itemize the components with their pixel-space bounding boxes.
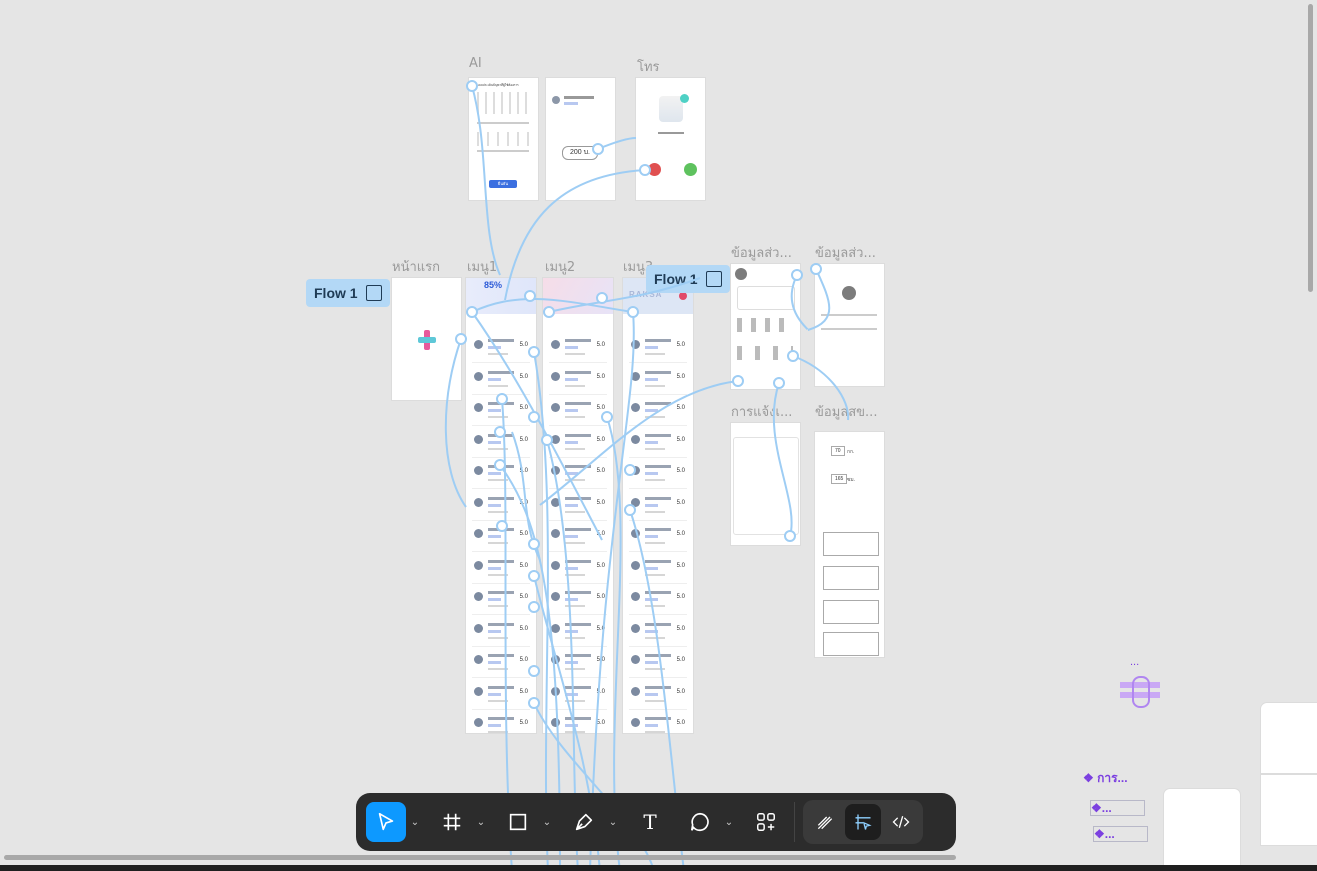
text-tool-button[interactable]: T <box>630 802 670 842</box>
bottom-toolbar: ⌄ ⌄ ⌄ ⌄ T ⌄ <box>356 793 956 851</box>
chevron-down-icon[interactable]: ⌄ <box>720 817 738 828</box>
horizontal-scrollbar[interactable] <box>4 855 956 860</box>
component-instance-2[interactable]: ❖... <box>1093 826 1148 842</box>
design-mode-icon <box>855 814 872 830</box>
actions-tool-button[interactable] <box>746 802 786 842</box>
connection-line <box>471 85 501 276</box>
prototype-connections <box>444 80 850 871</box>
frame-partial[interactable] <box>1261 703 1317 773</box>
rectangle-tool-button[interactable] <box>498 802 538 842</box>
code-icon <box>892 815 910 829</box>
actions-icon <box>757 813 775 831</box>
frame-partial[interactable] <box>1164 789 1240 871</box>
chevron-down-icon[interactable]: ⌄ <box>472 817 490 828</box>
pen-tool-button[interactable] <box>564 802 604 842</box>
connection-line <box>772 382 793 537</box>
vertical-scrollbar[interactable] <box>1308 4 1313 292</box>
window-bottom-edge <box>0 865 1317 871</box>
component-instance[interactable] <box>1120 676 1160 708</box>
frame-icon <box>443 813 461 831</box>
connection-line <box>548 277 701 313</box>
move-tool-button[interactable] <box>366 802 406 842</box>
rectangle-icon <box>509 813 527 831</box>
frame-partial[interactable] <box>1261 775 1317 845</box>
pen-icon <box>575 813 593 831</box>
dev-mode-button[interactable] <box>883 804 919 840</box>
frame-tool-button[interactable] <box>432 802 472 842</box>
component-instance-1[interactable]: ❖... <box>1090 800 1145 816</box>
connection-line <box>790 274 810 331</box>
cursor-icon <box>378 812 394 831</box>
connection-line <box>807 268 831 331</box>
connection-line <box>539 380 739 506</box>
design-canvas[interactable]: AI โทร หน้าแรก เมนู1 เมนู2 เมนู3 ข้อมูลส… <box>0 0 1317 871</box>
connection-line <box>504 169 646 301</box>
comment-tool-button[interactable] <box>680 802 720 842</box>
mode-switcher <box>803 800 923 844</box>
draw-icon <box>817 816 833 830</box>
connection-line <box>471 311 603 541</box>
design-mode-button[interactable] <box>845 804 881 840</box>
toolbar-divider <box>794 802 795 842</box>
connection-line <box>444 338 467 508</box>
chevron-down-icon[interactable]: ⌄ <box>538 817 556 828</box>
chevron-down-icon[interactable]: ⌄ <box>406 817 424 828</box>
connection-line <box>792 355 850 421</box>
component-label[interactable]: ❖ การ... <box>1083 769 1128 788</box>
comment-icon <box>690 812 709 832</box>
component-dots[interactable]: ... <box>1130 656 1139 668</box>
chevron-down-icon[interactable]: ⌄ <box>604 817 622 828</box>
draw-mode-button[interactable] <box>807 804 843 840</box>
